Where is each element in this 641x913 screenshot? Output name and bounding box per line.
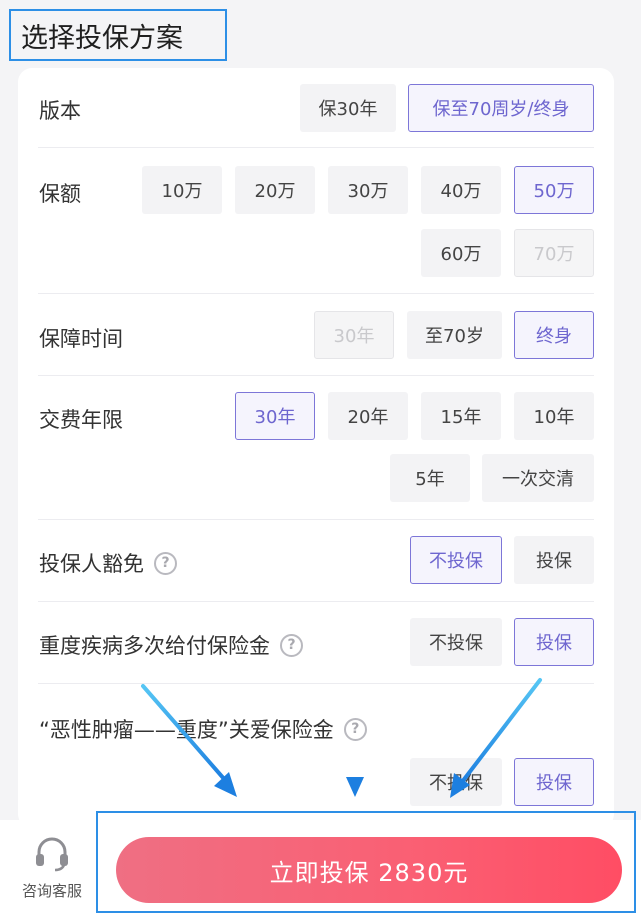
amount-label: 保额 [39, 182, 81, 206]
version-option-30y[interactable]: 保30年 [300, 84, 396, 132]
payment-option-20y[interactable]: 20年 [328, 392, 408, 440]
bottom-bar: 咨询客服 立即投保 2830元 [0, 811, 641, 913]
help-icon[interactable]: ? [154, 551, 177, 575]
payment-option-30y[interactable]: 30年 [235, 392, 315, 440]
amount-option-30[interactable]: 30万 [328, 166, 408, 214]
customer-service-button[interactable]: 咨询客服 [12, 836, 92, 906]
cancer-care-label: “恶性肿瘤——重度”关爱保险金 ? [39, 714, 367, 744]
headset-icon [36, 837, 68, 872]
version-row: 版本 保30年 保至70周岁/终身 [38, 68, 594, 148]
multi-pay-label-text: 重度疾病多次给付保险金 [39, 634, 270, 658]
amount-row: 保额 10万 20万 30万 40万 50万 60万 70万 [38, 148, 594, 294]
amount-option-60[interactable]: 60万 [421, 229, 501, 277]
waiver-option-decline[interactable]: 不投保 [410, 536, 502, 584]
coverage-option-30y[interactable]: 30年 [314, 311, 394, 359]
amount-option-10[interactable]: 10万 [142, 166, 222, 214]
cancer-care-option-accept[interactable]: 投保 [514, 758, 594, 806]
payment-option-single[interactable]: 一次交清 [482, 454, 594, 502]
payment-period-label: 交费年限 [39, 408, 123, 432]
amount-option-40[interactable]: 40万 [421, 166, 501, 214]
payment-option-15y[interactable]: 15年 [421, 392, 501, 440]
page-title-frame: 选择投保方案 [9, 9, 227, 61]
cancer-care-row: “恶性肿瘤——重度”关爱保险金 ? 不投保 投保 [38, 684, 594, 828]
coverage-period-row: 保障时间 30年 至70岁 终身 [38, 294, 594, 376]
waiver-label-text: 投保人豁免 [39, 552, 144, 576]
customer-service-label: 咨询客服 [21, 882, 82, 900]
amount-option-50[interactable]: 50万 [514, 166, 594, 214]
multi-pay-option-accept[interactable]: 投保 [514, 618, 594, 666]
coverage-option-to70[interactable]: 至70岁 [407, 311, 502, 359]
version-label: 版本 [39, 99, 81, 123]
buy-now-button[interactable]: 立即投保 2830元 [116, 837, 622, 903]
payment-option-5y[interactable]: 5年 [390, 454, 470, 502]
coverage-option-lifetime[interactable]: 终身 [514, 311, 594, 359]
amount-option-70[interactable]: 70万 [514, 229, 594, 277]
cancer-care-label-text: “恶性肿瘤——重度”关爱保险金 [39, 718, 334, 742]
multi-pay-label: 重度疾病多次给付保险金 ? [39, 630, 303, 660]
payment-option-10y[interactable]: 10年 [514, 392, 594, 440]
payment-period-row: 交费年限 30年 20年 15年 10年 5年 一次交清 [38, 376, 594, 520]
waiver-label: 投保人豁免 ? [39, 548, 177, 578]
coverage-period-label: 保障时间 [39, 327, 123, 351]
help-icon[interactable]: ? [343, 717, 367, 741]
cancer-care-option-decline[interactable]: 不投保 [410, 758, 502, 806]
multi-pay-option-decline[interactable]: 不投保 [410, 618, 502, 666]
plan-card: 版本 保30年 保至70周岁/终身 保额 10万 20万 30万 40万 50万… [18, 68, 614, 828]
multi-pay-row: 重度疾病多次给付保险金 ? 不投保 投保 [38, 602, 594, 684]
waiver-option-accept[interactable]: 投保 [514, 536, 594, 584]
page-title: 选择投保方案 [21, 22, 183, 54]
version-option-70-lifetime[interactable]: 保至70周岁/终身 [408, 84, 594, 132]
amount-option-20[interactable]: 20万 [235, 166, 315, 214]
waiver-row: 投保人豁免 ? 不投保 投保 [38, 520, 594, 602]
help-icon[interactable]: ? [280, 633, 303, 657]
